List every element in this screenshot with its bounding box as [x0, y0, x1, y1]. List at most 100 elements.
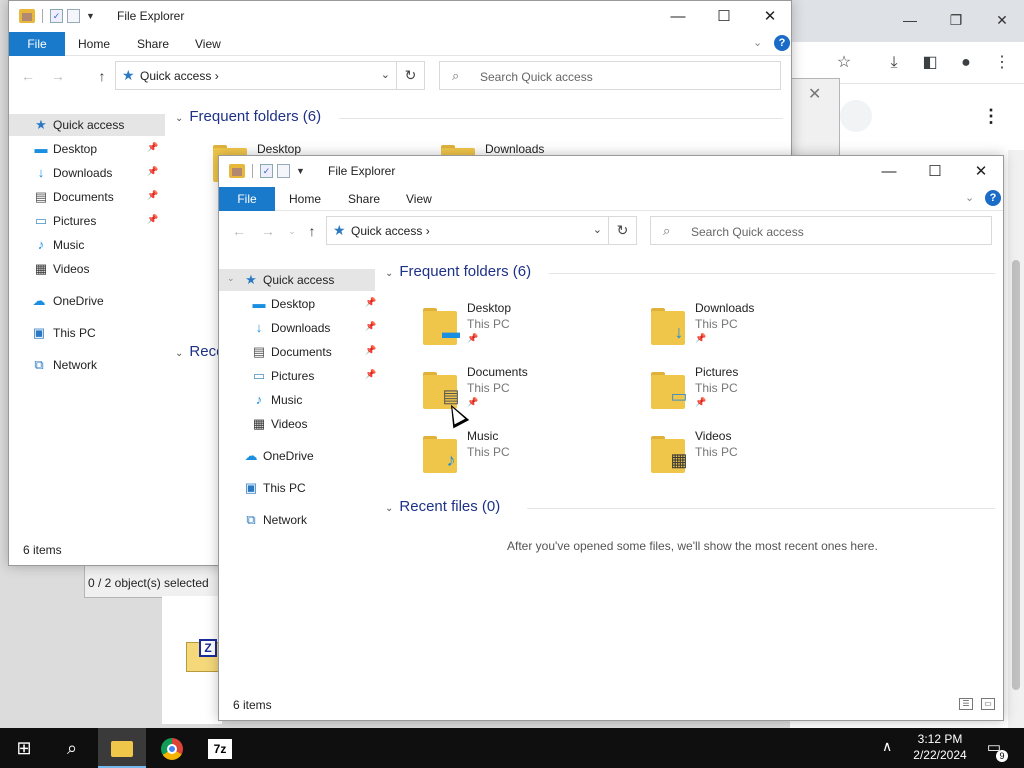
clock[interactable]: 3:12 PM 2/22/2024: [904, 731, 976, 763]
tab-home[interactable]: Home: [280, 187, 330, 211]
customize-dropdown-icon[interactable]: ▼: [86, 11, 95, 21]
address-bar[interactable]: ★ Quick access › ⌄ ↻: [115, 61, 425, 90]
chrome-close-button[interactable]: ✕: [990, 8, 1014, 32]
search-icon[interactable]: ⌕: [48, 728, 96, 768]
back-arrow-icon[interactable]: ←: [19, 67, 37, 85]
sidebar-item-downloads[interactable]: ↓ Downloads 📌: [219, 317, 376, 339]
sidebar-item-label: Pictures: [53, 214, 97, 228]
chevron-up-icon[interactable]: ∧: [882, 738, 892, 755]
expand-ribbon-icon[interactable]: ⌄: [753, 36, 762, 49]
up-arrow-icon[interactable]: ↑: [93, 67, 111, 85]
sidebar-item-onedrive[interactable]: ☁ OneDrive: [219, 445, 375, 467]
group-header-frequent[interactable]: ⌄ Frequent folders (6): [385, 263, 531, 280]
star-icon[interactable]: ☆: [833, 52, 855, 74]
close-button[interactable]: ✕: [747, 1, 791, 32]
sidebar-item-this-pc[interactable]: ▣ This PC: [219, 477, 375, 499]
tab-share[interactable]: Share: [339, 187, 389, 211]
sidebar-item-videos[interactable]: ▦ Videos: [219, 413, 375, 435]
properties-icon[interactable]: ✓: [50, 9, 63, 23]
tab-file[interactable]: File: [219, 187, 275, 211]
profile-icon[interactable]: ●: [955, 52, 977, 74]
sidepanel-icon[interactable]: ◧: [919, 52, 941, 74]
file-explorer-taskbar-icon[interactable]: [98, 728, 146, 768]
help-icon[interactable]: ?: [774, 35, 790, 51]
recent-locations-icon[interactable]: ⌄: [283, 222, 301, 240]
refresh-icon[interactable]: ↻: [396, 62, 424, 89]
maximize-button[interactable]: ☐: [701, 1, 747, 32]
sidebar-item-onedrive[interactable]: ☁ OneDrive: [9, 290, 165, 312]
group-header-recent[interactable]: ⌄ Rece: [175, 343, 224, 360]
chrome-taskbar-icon[interactable]: [148, 728, 196, 768]
address-dropdown-icon[interactable]: ⌄: [593, 223, 602, 236]
zip-file-icon[interactable]: Z: [186, 639, 222, 672]
7zip-taskbar-icon[interactable]: 7z: [196, 728, 244, 768]
ribbon-tabs: File Home Share View ⌄ ?: [219, 187, 1003, 211]
large-icons-view-icon[interactable]: ▭: [981, 698, 995, 710]
sidebar-item-network[interactable]: ⧉ Network: [9, 354, 165, 376]
new-folder-icon[interactable]: [67, 9, 80, 23]
sidebar-item-quick-access[interactable]: ⌄ ★ Quick access: [219, 269, 375, 291]
sidebar-item-quick-access[interactable]: ★ Quick access: [9, 114, 165, 136]
expand-ribbon-icon[interactable]: ⌄: [965, 191, 974, 204]
windows-start-icon[interactable]: ⊞: [0, 728, 48, 768]
maximize-button[interactable]: ☐: [912, 156, 958, 187]
chrome-minimize-button[interactable]: —: [898, 8, 922, 32]
tab-view[interactable]: View: [186, 32, 230, 56]
sidebar-item-desktop[interactable]: ▬ Desktop 📌: [9, 138, 165, 160]
download-icon[interactable]: ⤓: [883, 52, 905, 74]
tab-share[interactable]: Share: [128, 32, 178, 56]
sidebar-item-documents[interactable]: ▤ Documents 📌: [9, 186, 165, 208]
new-folder-icon[interactable]: [277, 164, 290, 178]
help-icon[interactable]: ?: [985, 190, 1001, 206]
address-bar[interactable]: ★ Quick access › ⌄ ↻: [326, 216, 637, 245]
sidebar-item-network[interactable]: ⧉ Network: [219, 509, 375, 531]
chevron-down-icon[interactable]: ⌄: [227, 273, 235, 284]
sidebar-item-label: Network: [53, 358, 98, 372]
search-box[interactable]: ⌕ Search Quick access: [650, 216, 992, 245]
folder-music[interactable]: ♪ Music This PC: [421, 427, 641, 485]
notification-icon[interactable]: ▭ 9: [982, 736, 1008, 762]
back-arrow-icon[interactable]: ←: [230, 222, 248, 240]
sidebar-item-pictures[interactable]: ▭ Pictures 📌: [9, 210, 165, 232]
quick-access-toolbar: ✓ ▼: [229, 164, 305, 178]
folder-videos[interactable]: ▦ Videos This PC: [649, 427, 869, 485]
close-button[interactable]: ✕: [958, 156, 1003, 187]
folder-downloads[interactable]: ↓ Downloads This PC 📌: [649, 299, 869, 357]
folder-desktop[interactable]: ▬ Desktop This PC 📌: [421, 299, 641, 357]
refresh-icon[interactable]: ↻: [608, 217, 636, 244]
properties-icon[interactable]: ✓: [260, 164, 273, 178]
forward-arrow-icon[interactable]: →: [49, 67, 67, 85]
minimize-button[interactable]: —: [655, 1, 701, 32]
sidebar-item-downloads[interactable]: ↓ Downloads 📌: [9, 162, 165, 184]
chrome-page-menu-icon[interactable]: ⋮: [982, 104, 1000, 128]
chrome-pill[interactable]: [840, 100, 872, 132]
sidebar-item-desktop[interactable]: ▬ Desktop 📌: [219, 293, 377, 315]
group-header-frequent[interactable]: ⌄ Frequent folders (6): [175, 108, 321, 125]
dialog-close-icon[interactable]: ✕: [808, 84, 828, 104]
details-view-icon[interactable]: ☰: [959, 698, 973, 710]
scrollbar-thumb[interactable]: [1012, 260, 1020, 690]
chrome-restore-button[interactable]: ❐: [944, 8, 968, 32]
folder-pictures[interactable]: ▭ Pictures This PC 📌: [649, 363, 869, 421]
search-box[interactable]: ⌕ Search Quick access: [439, 61, 781, 90]
sidebar-item-music[interactable]: ♪ Music: [9, 234, 165, 256]
chrome-scrollbar[interactable]: [1008, 150, 1024, 728]
group-header-recent[interactable]: ⌄ Recent files (0): [385, 498, 500, 515]
sidebar-item-videos[interactable]: ▦ Videos: [9, 258, 165, 280]
tab-view[interactable]: View: [397, 187, 441, 211]
customize-dropdown-icon[interactable]: ▼: [296, 166, 305, 176]
sidebar-item-music[interactable]: ♪ Music: [219, 389, 375, 411]
sidebar-item-documents[interactable]: ▤ Documents 📌: [219, 341, 376, 363]
address-dropdown-icon[interactable]: ⌄: [381, 68, 390, 81]
sidebar-item-pictures[interactable]: ▭ Pictures 📌: [219, 365, 376, 387]
minimize-button[interactable]: —: [866, 156, 912, 187]
forward-arrow-icon[interactable]: →: [259, 222, 277, 240]
tab-file[interactable]: File: [9, 32, 65, 56]
sidebar-item-label: OneDrive: [263, 449, 314, 463]
search-placeholder: Search Quick access: [480, 70, 593, 84]
tab-home[interactable]: Home: [69, 32, 119, 56]
sidebar-item-this-pc[interactable]: ▣ This PC: [9, 322, 165, 344]
dialog-status-text: 0 / 2 object(s) selected: [88, 576, 209, 590]
up-arrow-icon[interactable]: ↑: [303, 222, 321, 240]
chrome-menu-icon[interactable]: ⋮: [991, 52, 1013, 74]
